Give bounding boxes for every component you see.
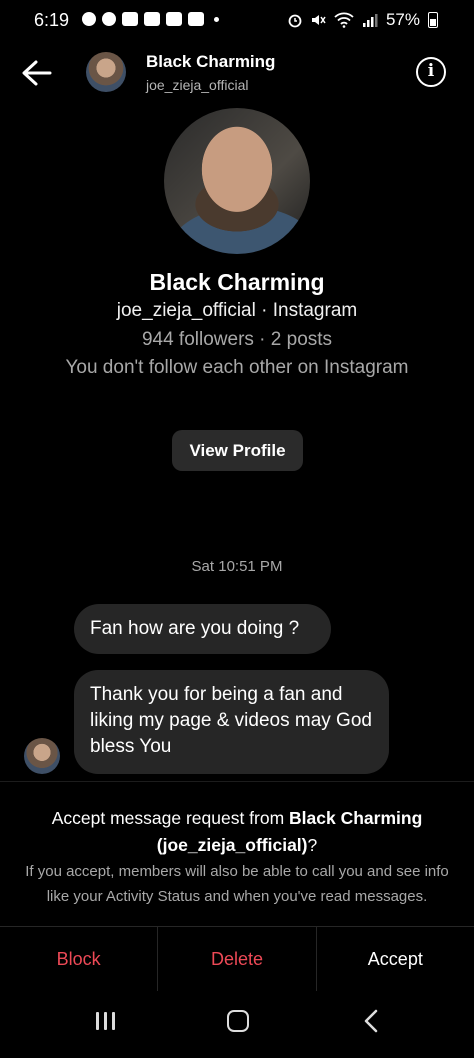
follow-status: You don't follow each other on Instagram [65, 357, 409, 378]
profile-subtitle: joe_zieja_official · Instagram [116, 300, 358, 321]
block-button[interactable]: Block [0, 927, 157, 991]
wifi-icon [334, 12, 354, 28]
request-title-user: (joe_zieja_official) [156, 835, 308, 855]
request-description: If you accept, members will also be able… [25, 863, 449, 905]
message-timestamp: Sat 10:51 PM [191, 558, 283, 575]
game-controller-icon [102, 12, 116, 26]
notification-icons [82, 12, 219, 26]
arrow-left-icon [22, 60, 52, 86]
message-bubble[interactable]: Thank you for being a fan and liking my … [74, 670, 389, 774]
game-controller-icon [82, 12, 96, 26]
recent-apps-icon [96, 1012, 99, 1030]
more-notifications-dot-icon [214, 16, 219, 22]
info-button[interactable]: i [416, 57, 446, 87]
system-back-button[interactable] [342, 990, 402, 1053]
request-actions: Block Delete Accept [0, 926, 474, 991]
system-nav-bar [0, 990, 474, 1053]
chevron-left-icon [364, 1009, 378, 1033]
system-icons: 57% [288, 10, 438, 30]
recent-apps-button[interactable] [76, 990, 136, 1053]
mail-icon [166, 12, 182, 26]
delete-button[interactable]: Delete [157, 927, 315, 991]
request-title-suffix: ? [307, 835, 318, 855]
header-name[interactable]: Black Charming [146, 52, 275, 72]
request-title-prefix: Accept message request from [51, 808, 290, 828]
mute-icon [311, 15, 326, 25]
status-time: 6:19 [34, 10, 70, 30]
u-app-icon [122, 12, 138, 26]
recent-apps-icon [112, 1012, 115, 1030]
youtube-icon [144, 12, 160, 26]
home-button[interactable] [208, 990, 268, 1053]
status-bar: 6:19 57% [0, 0, 474, 42]
battery-icon [428, 12, 438, 28]
gallery-icon [188, 12, 204, 26]
view-profile-button[interactable]: View Profile [172, 430, 303, 471]
profile-stats: 944 followers · 2 posts [141, 329, 333, 350]
recent-apps-icon [104, 1012, 107, 1030]
profile-avatar[interactable] [164, 108, 310, 254]
chat-header: Black Charming joe_zieja_official i [0, 42, 474, 106]
battery-percent: 57% [385, 10, 420, 29]
divider [0, 781, 474, 782]
accept-button[interactable]: Accept [315, 927, 474, 991]
header-avatar[interactable] [86, 52, 126, 92]
signal-icon [362, 14, 378, 27]
message-bubble[interactable]: Fan how are you doing ? [74, 604, 331, 654]
profile-name: Black Charming [149, 269, 325, 295]
back-button[interactable] [18, 56, 56, 90]
alarm-icon [288, 14, 302, 28]
sender-avatar[interactable] [24, 738, 60, 774]
request-title: Accept message request from Black Charmi… [30, 805, 444, 859]
request-title-name: Black Charming [289, 808, 423, 828]
home-icon [227, 1010, 249, 1032]
info-icon: i [427, 61, 435, 81]
header-username[interactable]: joe_zieja_official [146, 77, 248, 93]
